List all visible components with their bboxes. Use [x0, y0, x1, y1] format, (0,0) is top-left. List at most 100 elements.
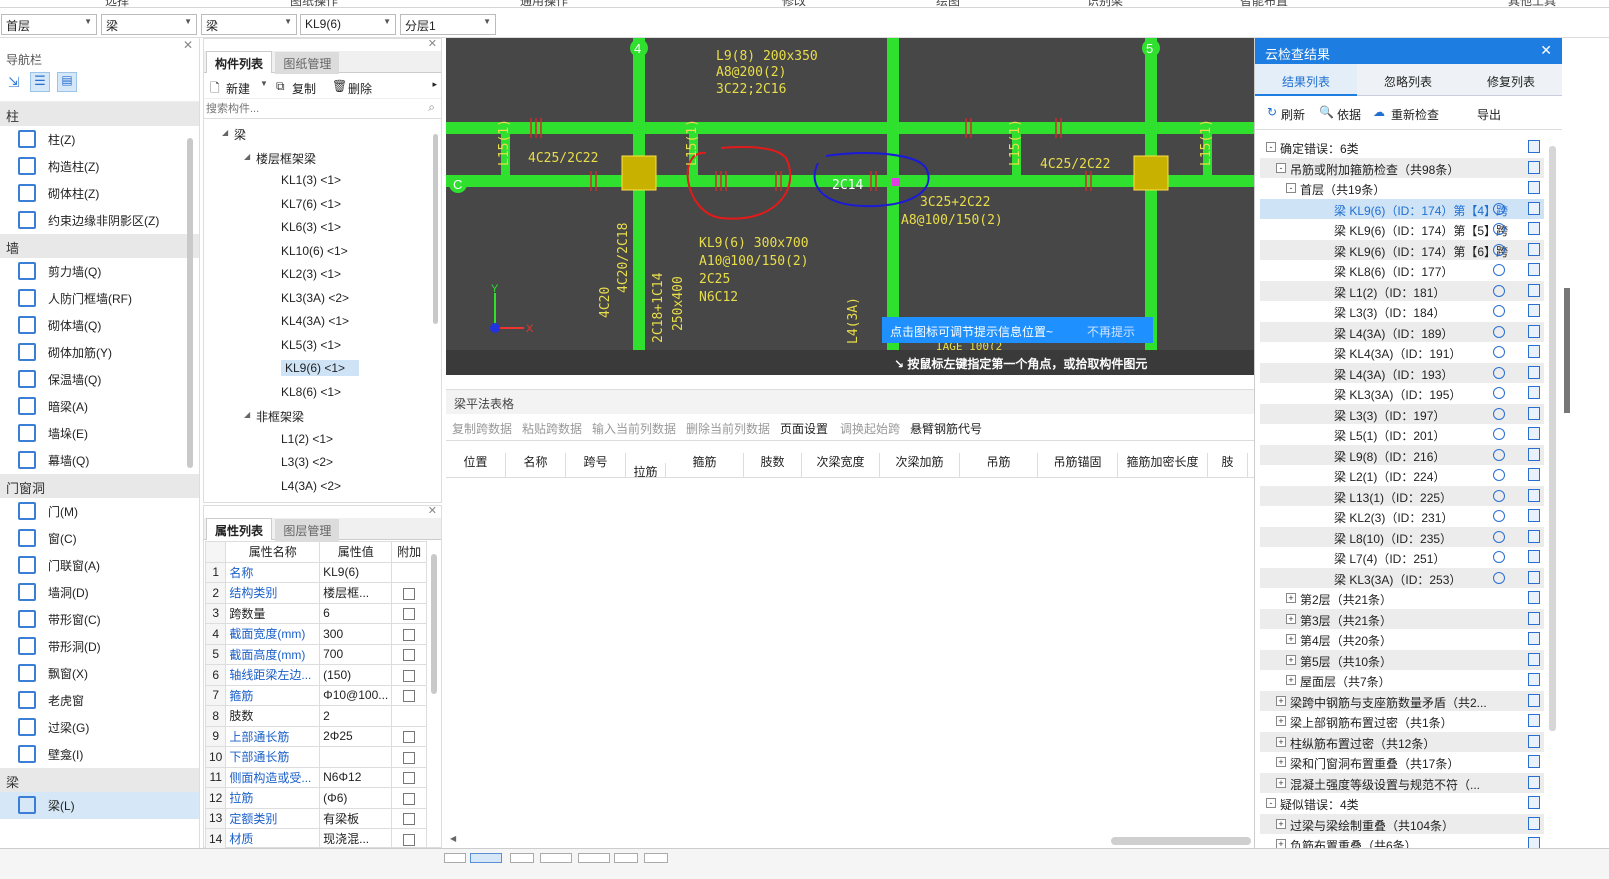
ribbon-tab[interactable]: 图纸操作: [290, 0, 338, 7]
document-icon[interactable]: [1528, 550, 1540, 563]
status-button[interactable]: [540, 853, 572, 863]
column-header[interactable]: 名称: [506, 453, 566, 477]
new-button[interactable]: 新建: [226, 80, 250, 97]
tree-leaf-component[interactable]: KL8(6) <1>: [204, 380, 441, 404]
close-icon[interactable]: ✕: [183, 38, 193, 52]
document-icon[interactable]: [1528, 529, 1540, 543]
ribbon-tab[interactable]: 绘图: [936, 0, 960, 7]
column-header[interactable]: 位置: [446, 453, 506, 477]
nav-section-wall[interactable]: 墙: [0, 234, 199, 258]
locate-icon[interactable]: [1493, 510, 1505, 522]
expand-icon[interactable]: +: [1276, 736, 1286, 747]
results-scrollbar[interactable]: [1549, 146, 1556, 731]
nav-item[interactable]: 幕墙(Q): [0, 447, 199, 474]
type-select[interactable]: 梁 ▼: [101, 14, 197, 35]
expand-icon[interactable]: +: [1276, 716, 1286, 726]
locate-icon[interactable]: [1493, 571, 1505, 584]
document-icon[interactable]: [1528, 816, 1540, 830]
column-header[interactable]: 吊筋: [960, 453, 1038, 477]
tree-leaf-component[interactable]: L4(3A) <2>: [204, 474, 441, 498]
column-header[interactable]: 肢数: [744, 453, 802, 477]
attach-checkbox[interactable]: [403, 792, 416, 805]
collapse-icon[interactable]: ◢: [244, 410, 250, 419]
attach-checkbox[interactable]: [403, 833, 416, 846]
tree-leaf-component[interactable]: KL7(6) <1>: [204, 192, 441, 216]
property-row[interactable]: 5 截面高度(mm) 700: [204, 643, 427, 665]
export-button[interactable]: 导出: [1477, 106, 1501, 123]
document-icon[interactable]: [1528, 283, 1540, 297]
dismiss-hint-button[interactable]: 不再提示: [1087, 323, 1135, 340]
detail-view-icon[interactable]: ▤: [57, 72, 77, 92]
expand-icon[interactable]: +: [1286, 634, 1296, 644]
tree-leaf-component[interactable]: KL3(3A) <2>: [204, 286, 441, 310]
delete-button[interactable]: 删除: [348, 80, 372, 97]
ribbon-tab[interactable]: 选择: [105, 0, 129, 7]
document-icon[interactable]: [1528, 673, 1540, 686]
document-icon[interactable]: [1528, 140, 1540, 153]
tab-property-list[interactable]: 属性列表: [206, 518, 273, 540]
tree-leaf-component[interactable]: L1(2) <1>: [204, 427, 441, 451]
chevron-down-icon[interactable]: ▼: [260, 79, 268, 88]
status-button[interactable]: [644, 853, 668, 863]
expand-icon[interactable]: +: [1276, 777, 1286, 788]
property-value[interactable]: 2: [319, 705, 393, 727]
document-icon[interactable]: [1528, 734, 1540, 748]
close-icon[interactable]: ✕: [428, 504, 437, 517]
result-row[interactable]: + 过梁与梁绘制重叠（共104条）: [1260, 813, 1544, 834]
tree-leaf-component[interactable]: KL6(3) <1>: [204, 215, 441, 239]
collapse-icon[interactable]: -: [1266, 798, 1276, 808]
property-row[interactable]: 12 拉筋 (Φ6): [204, 787, 427, 809]
nav-item[interactable]: 梁(L): [0, 792, 199, 819]
collapse-icon[interactable]: -: [1286, 183, 1296, 193]
document-icon[interactable]: [1528, 242, 1540, 256]
property-row[interactable]: 10 下部通长筋: [204, 746, 427, 768]
nav-item[interactable]: 墙垛(E): [0, 420, 199, 447]
beam-line[interactable]: [633, 38, 645, 375]
property-row[interactable]: 9 上部通长筋 2Φ25: [204, 725, 427, 747]
locate-icon[interactable]: [1493, 284, 1505, 297]
column-header[interactable]: 箍筋: [666, 453, 744, 477]
result-row[interactable]: + 第4层（共20条）: [1260, 629, 1544, 650]
beam-table-action[interactable]: 输入当前列数据: [592, 420, 676, 437]
recheck-button[interactable]: 重新检查: [1391, 106, 1439, 123]
locate-icon[interactable]: [1493, 366, 1505, 379]
nav-scrollbar[interactable]: [187, 138, 193, 468]
property-row[interactable]: 4 截面宽度(mm) 300: [204, 623, 427, 645]
document-icon[interactable]: [1528, 468, 1540, 481]
tree-leaf-component[interactable]: KL1(3) <1>: [204, 168, 441, 192]
document-icon[interactable]: [1528, 324, 1540, 338]
document-icon[interactable]: [1528, 796, 1540, 809]
result-row[interactable]: + 梁跨中钢筋与支座筋数量矛盾（共2...: [1260, 690, 1544, 711]
tab-drawing-management[interactable]: 图纸管理: [275, 52, 340, 74]
nav-item[interactable]: 柱(Z): [0, 126, 199, 153]
property-value[interactable]: N6Φ12: [319, 766, 393, 788]
nav-item[interactable]: 带形窗(C): [0, 606, 199, 633]
document-icon[interactable]: [1528, 304, 1540, 317]
nav-item[interactable]: 保温墙(Q): [0, 366, 199, 393]
expand-icon[interactable]: +: [1276, 818, 1286, 829]
property-value[interactable]: 6: [319, 602, 393, 624]
nav-item[interactable]: 砌体加筋(Y): [0, 339, 199, 366]
drawing-canvas[interactable]: 4 5 C L9(8) 200x350 A8@200(2) 3C22;2C16 …: [446, 38, 1254, 375]
locate-icon[interactable]: [1493, 530, 1505, 543]
collapse-icon[interactable]: -: [1266, 142, 1276, 152]
basis-button[interactable]: 依据: [1337, 106, 1361, 123]
property-row[interactable]: 11 侧面构造或受... N6Φ12: [204, 766, 427, 788]
refresh-button[interactable]: 刷新: [1281, 106, 1305, 123]
locate-icon[interactable]: [1493, 448, 1505, 461]
attach-checkbox[interactable]: [403, 608, 416, 621]
tab-ignore-list[interactable]: 忽略列表: [1357, 64, 1459, 96]
document-icon[interactable]: [1528, 591, 1540, 604]
attach-checkbox[interactable]: [403, 751, 416, 764]
column-header[interactable]: 吊筋锚固: [1038, 453, 1118, 477]
document-icon[interactable]: [1528, 755, 1540, 768]
result-row[interactable]: + 屋面层（共7条）: [1260, 670, 1544, 691]
locate-icon[interactable]: [1493, 264, 1505, 276]
list-view-icon[interactable]: ☰: [30, 72, 50, 92]
collapse-icon[interactable]: ◢: [244, 152, 250, 161]
locate-icon[interactable]: [1493, 202, 1505, 215]
nav-item[interactable]: 门联窗(A): [0, 552, 199, 579]
tree-node-group[interactable]: ◢ 楼层框架梁: [204, 145, 441, 169]
document-icon[interactable]: [1528, 406, 1540, 420]
search-input[interactable]: [206, 100, 421, 117]
